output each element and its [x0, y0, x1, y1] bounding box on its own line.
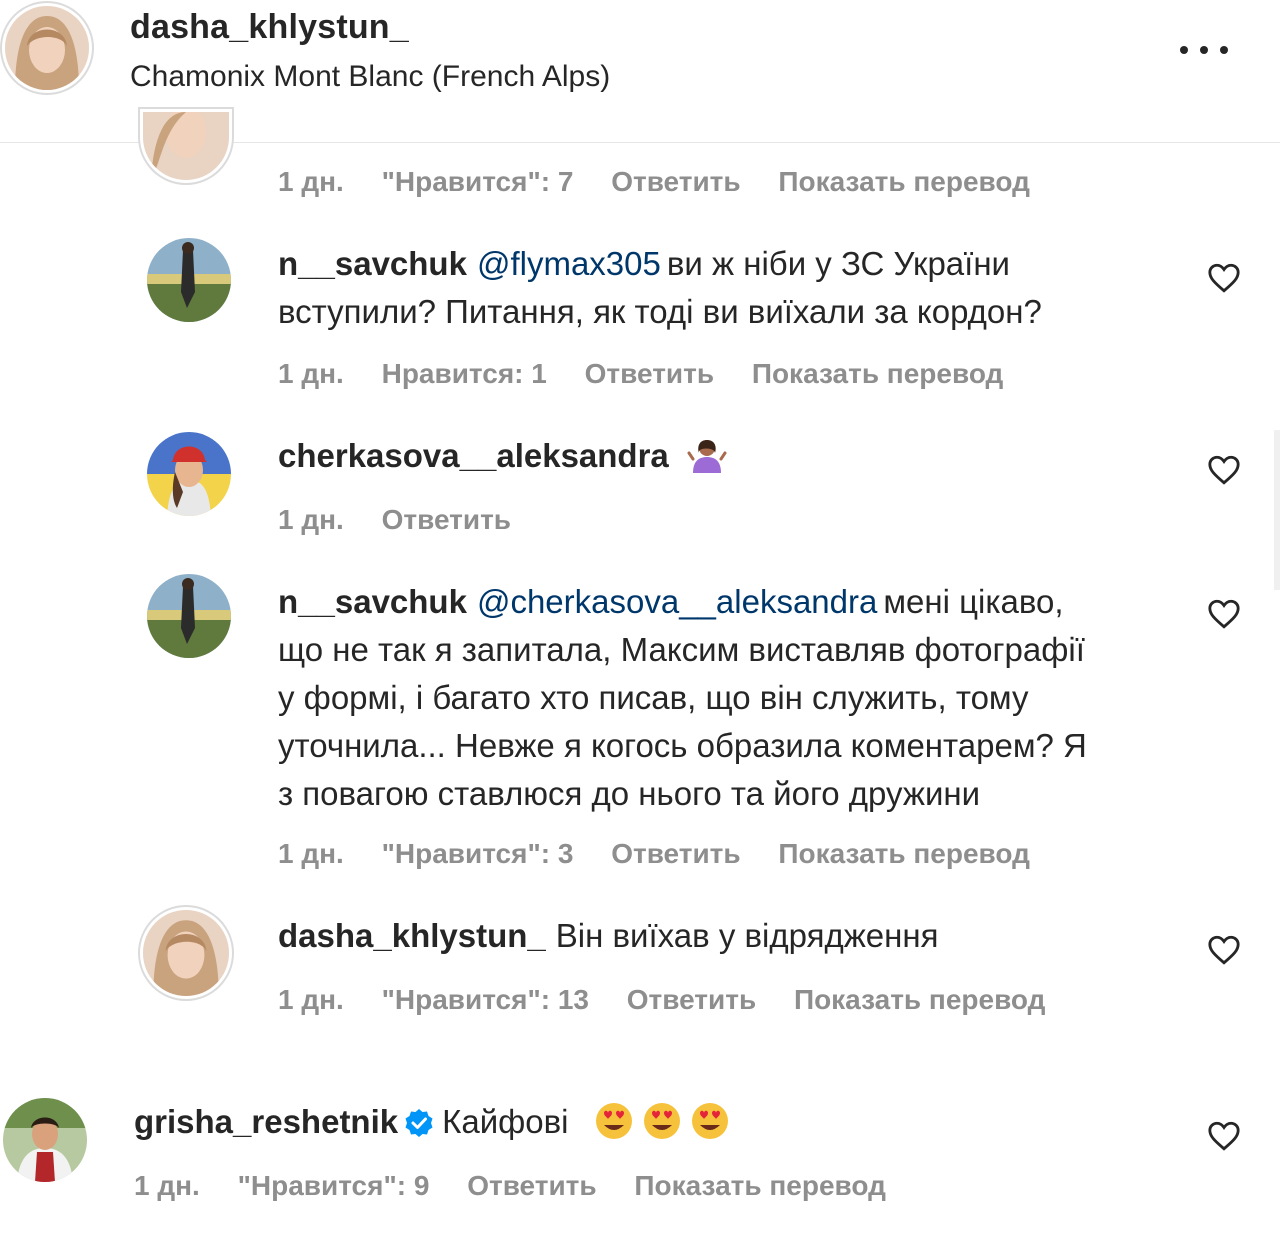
avatar[interactable] [5, 6, 89, 90]
comment-body: Він виїхав у відрядження [555, 917, 939, 954]
avatar[interactable] [3, 1098, 87, 1182]
like-heart-icon[interactable] [1207, 934, 1241, 966]
avatar[interactable] [147, 238, 231, 322]
comment-likes[interactable]: "Нравится": 9 [238, 1170, 430, 1201]
comment-body: уточнила... Невже я когось образила коме… [278, 727, 1087, 764]
comment-likes[interactable]: Нравится: 1 [382, 358, 547, 389]
comment-likes[interactable]: "Нравится": 3 [382, 838, 574, 869]
show-translation-button[interactable]: Показать перевод [634, 1170, 886, 1201]
comment-time[interactable]: 1 дн. [278, 504, 344, 535]
smiling-face-with-heart-eyes-emoji [691, 1103, 728, 1139]
comment-body: що не так я запитала, Максим виставляв ф… [278, 631, 1085, 668]
reply-button[interactable]: Ответить [627, 984, 756, 1015]
comment-time[interactable]: 1 дн. [278, 984, 344, 1015]
comment-username[interactable]: n__savchuk [278, 245, 467, 282]
comment-body: вступили? Питання, як тоді ви виїхали за… [278, 293, 1042, 330]
comment-body: ви ж ніби у ЗС України [666, 245, 1010, 282]
comment-text: n__savchuk @cherkasova__aleksandra мені ці… [278, 578, 1178, 818]
show-translation-button[interactable]: Показать перевод [794, 984, 1046, 1015]
show-translation-button[interactable]: Показать перевод [752, 358, 1004, 389]
show-translation-button[interactable]: Показать перевод [778, 838, 1030, 869]
comment-meta: 1 дн. "Нравится": 9 Ответить Показать пе… [134, 1170, 916, 1202]
comment-meta: 1 дн. "Нравится": 7 Ответить Показать пе… [278, 166, 1060, 198]
show-translation-button[interactable]: Показать перевод [778, 166, 1030, 197]
comment-username[interactable]: dasha_khlystun_ [278, 917, 546, 954]
comment-time[interactable]: 1 дн. [278, 166, 344, 197]
comment-meta: 1 дн. Ответить [278, 504, 541, 536]
comment-text: dasha_khlystun_ Він виїхав у відрядження [278, 912, 1178, 960]
reply-button[interactable]: Ответить [611, 838, 740, 869]
like-heart-icon[interactable] [1207, 454, 1241, 486]
like-heart-icon[interactable] [1207, 1120, 1241, 1152]
comment-meta: 1 дн. Нравится: 1 Ответить Показать пере… [278, 358, 1033, 390]
comment-text: grisha_reshetnik Кайфові [134, 1098, 1034, 1146]
comment-text: cherkasova__aleksandra [278, 432, 1178, 480]
avatar[interactable] [147, 574, 231, 658]
comment-likes[interactable]: "Нравится": 13 [382, 984, 589, 1015]
comment-time[interactable]: 1 дн. [134, 1170, 200, 1201]
reply-button[interactable]: Ответить [467, 1170, 596, 1201]
heart-eyes-emoji-group [577, 1103, 730, 1140]
comment-body: з повагою ставлюся до нього та його друж… [278, 775, 981, 812]
comment-username[interactable]: n__savchuk [278, 583, 467, 620]
comment-likes[interactable]: "Нравится": 7 [382, 166, 574, 197]
reply-button[interactable]: Ответить [382, 504, 511, 535]
avatar[interactable] [143, 910, 229, 996]
comment-username[interactable]: grisha_reshetnik [134, 1103, 398, 1140]
scrollbar[interactable] [1274, 430, 1280, 590]
comment-username[interactable]: cherkasova__aleksandra [278, 437, 669, 474]
avatar[interactable] [147, 432, 231, 516]
more-options-icon[interactable] [1180, 42, 1228, 58]
person-shrugging-emoji [687, 440, 727, 473]
smiling-face-with-heart-eyes-emoji [643, 1103, 680, 1139]
smiling-face-with-heart-eyes-emoji [595, 1103, 632, 1139]
reply-button[interactable]: Ответить [585, 358, 714, 389]
comment-mention[interactable]: @flymax305 [477, 245, 661, 282]
comment-mention[interactable]: @cherkasova__aleksandra [477, 583, 877, 620]
reply-button[interactable]: Ответить [611, 166, 740, 197]
like-heart-icon[interactable] [1207, 598, 1241, 630]
comment-text: n__savchuk @flymax305 ви ж ніби у ЗС Украї… [278, 240, 1178, 336]
comment-meta: 1 дн. "Нравится": 13 Ответить Показать п… [278, 984, 1075, 1016]
comment-meta: 1 дн. "Нравится": 3 Ответить Показать пе… [278, 838, 1060, 870]
comment-body: мені цікаво, [883, 583, 1064, 620]
avatar[interactable] [143, 112, 229, 180]
verified-badge-icon [405, 1109, 433, 1137]
comment-time[interactable]: 1 дн. [278, 838, 344, 869]
comment-body: Кайфові [442, 1103, 569, 1140]
like-heart-icon[interactable] [1207, 262, 1241, 294]
comment-time[interactable]: 1 дн. [278, 358, 344, 389]
post-location[interactable]: Chamonix Mont Blanc (French Alps) [130, 60, 610, 94]
post-author-username[interactable]: dasha_khlystun_ [130, 8, 409, 47]
comment-body: у формі, і багато хто писав, що він служ… [278, 679, 1029, 716]
